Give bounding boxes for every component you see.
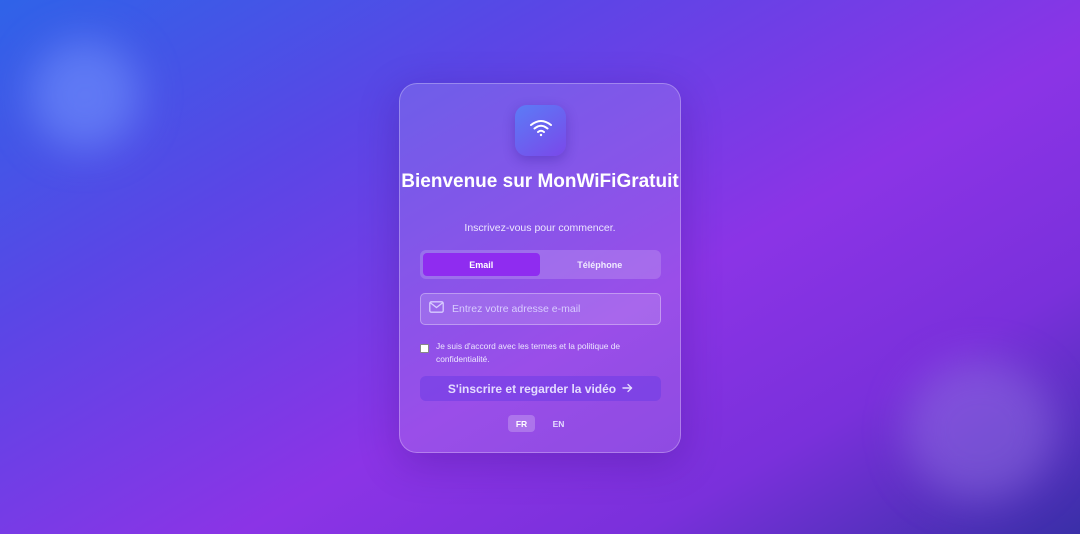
submit-label: S'inscrire et regarder la vidéo	[447, 381, 617, 396]
language-fr-button[interactable]: FR	[508, 415, 535, 432]
consent-checkbox[interactable]	[420, 344, 429, 353]
tab-email[interactable]: Email	[423, 253, 540, 276]
mail-icon	[429, 300, 444, 318]
background-glow-top-left	[30, 40, 140, 150]
email-field[interactable]	[420, 293, 661, 325]
language-en-button[interactable]: EN	[545, 415, 572, 432]
background-glow-bottom-right	[905, 360, 1055, 500]
email-input[interactable]	[452, 303, 660, 315]
tab-phone[interactable]: Téléphone	[542, 253, 659, 276]
consent-label: Je suis d'accord avec les termes et la p…	[436, 341, 621, 364]
signup-submit-button[interactable]: S'inscrire et regarder la vidéo	[420, 376, 661, 401]
consent-row: Je suis d'accord avec les termes et la p…	[420, 340, 650, 365]
signup-method-tabs: Email Téléphone	[420, 250, 661, 279]
page-title: Bienvenue sur MonWiFiGratuit	[401, 171, 679, 192]
arrow-right-icon	[622, 382, 633, 396]
language-switcher: FR EN	[400, 415, 680, 432]
page-subtitle: Inscrivez-vous pour commencer.	[464, 222, 616, 234]
app-logo	[515, 105, 566, 156]
wifi-icon	[529, 118, 553, 143]
signup-card: Bienvenue sur MonWiFiGratuit Inscrivez-v…	[399, 83, 681, 453]
